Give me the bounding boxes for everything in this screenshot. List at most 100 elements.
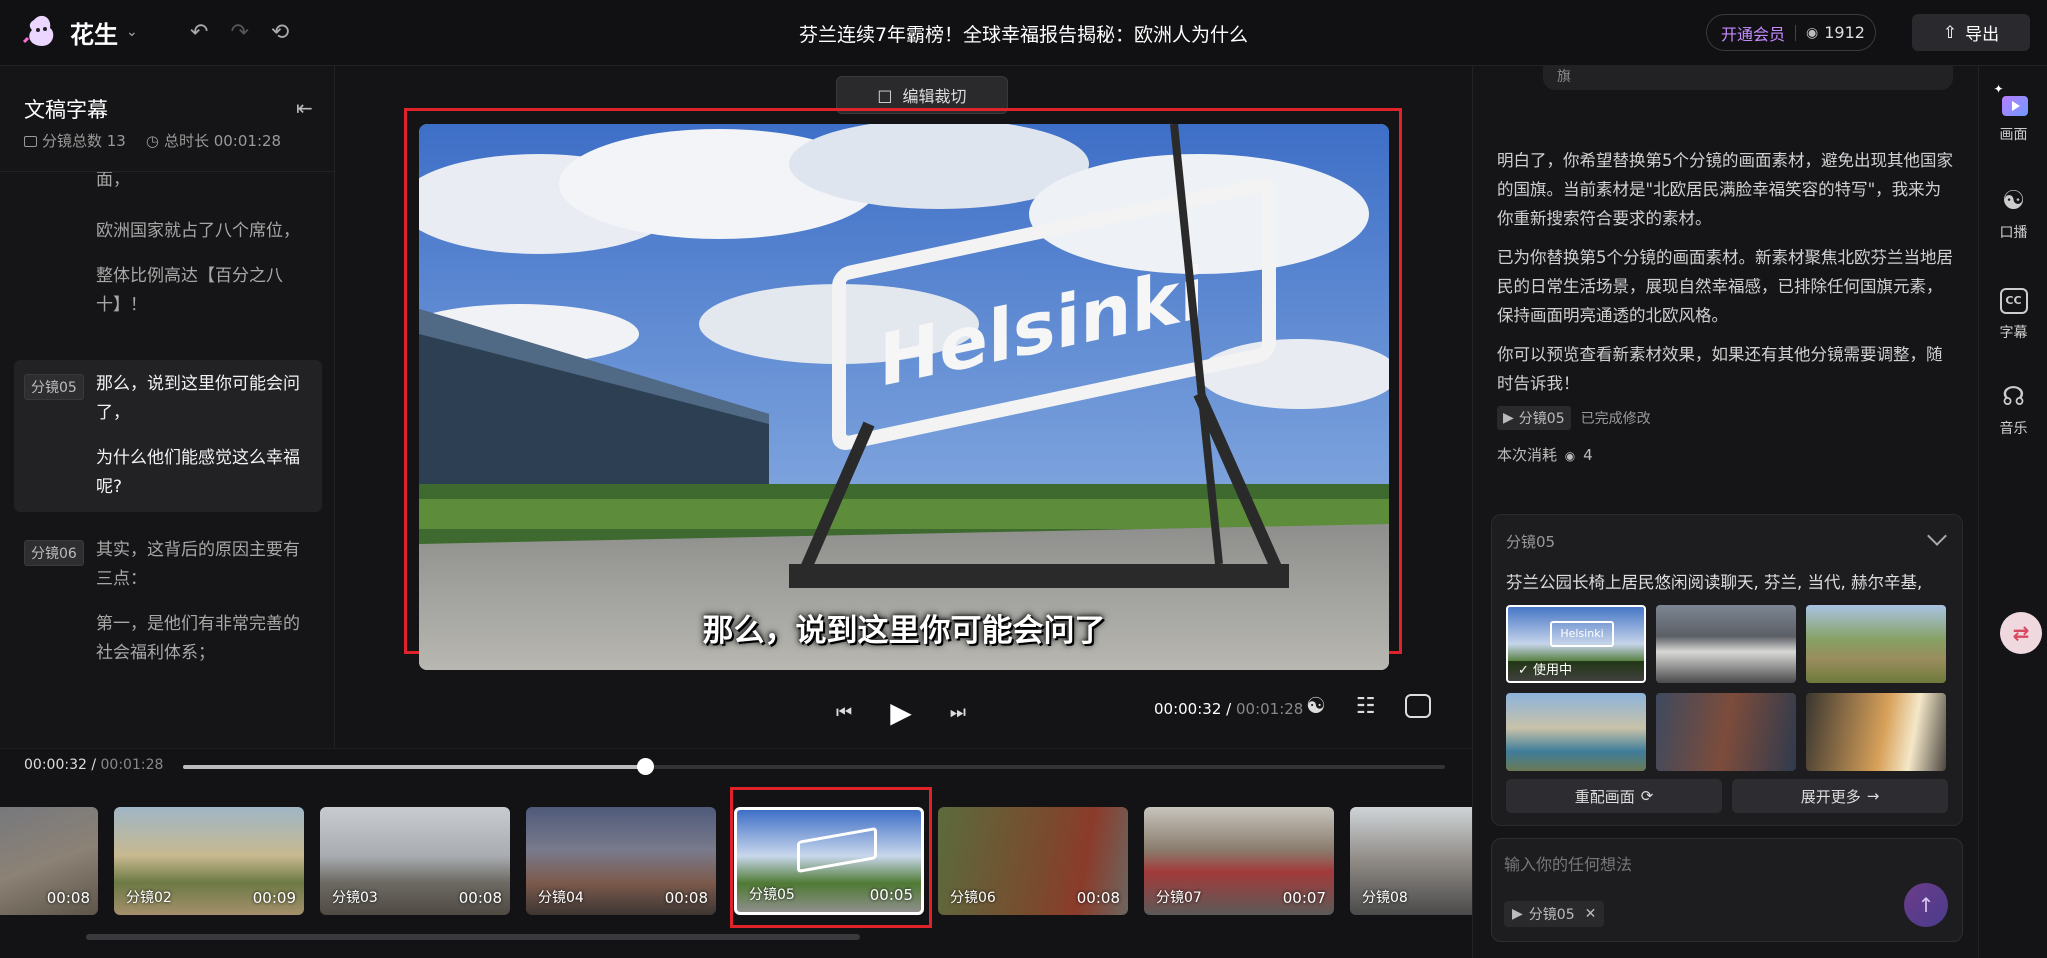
video-icon: ▶ (1512, 906, 1523, 922)
material-description: 芬兰公园长椅上居民悠闲阅读聊天, 芬兰, 当代, 赫尔辛基, (1506, 573, 1923, 592)
cost-label: 本次消耗 (1497, 446, 1558, 464)
script-line[interactable]: 为什么他们能感觉这么幸福呢? (96, 444, 310, 502)
cost-info: 本次消耗 ◉ 4 (1497, 444, 1957, 465)
shot-chip-label: 分镜05 (1518, 411, 1565, 427)
panel-title: 文稿字幕 (24, 98, 108, 122)
translate-icon: ⇄ (2012, 621, 2030, 645)
vip-label[interactable]: 开通会员 (1721, 21, 1785, 45)
clip-thumbnail[interactable]: 分镜08 (1350, 807, 1472, 915)
vip-badge[interactable]: 开通会员 ◉ 1912 (1706, 14, 1876, 51)
rematch-button[interactable]: 重配画面 ⟳ (1506, 779, 1722, 813)
progress-fill (183, 765, 645, 769)
next-icon[interactable]: ⏭ (950, 702, 966, 723)
prev-bubble-text: 旗 (1557, 69, 1571, 85)
script-line[interactable]: 其实，这背后的原因主要有三点： (96, 536, 310, 594)
voiceover-check-icon[interactable]: ☯ (1306, 694, 1326, 719)
selected-clip-frame (730, 787, 932, 928)
material-option[interactable] (1806, 605, 1946, 683)
script-segment[interactable]: 面， 欧洲国家就占了八个席位， 整体比例高达【百分之八十】！ (14, 156, 322, 346)
close-icon[interactable]: ✕ (1585, 906, 1597, 922)
previous-icon[interactable]: ⏮ (836, 702, 852, 723)
peanut-logo-icon (22, 14, 62, 50)
clip-label: 分镜06 (950, 890, 996, 906)
redo-icon[interactable]: ↷ (230, 20, 248, 45)
crop-label: 编辑裁切 (902, 87, 967, 106)
clip-thumbnail[interactable]: 分镜04 00:08 (526, 807, 716, 915)
send-button[interactable]: ↑ (1904, 883, 1948, 927)
clip-thumbnail[interactable]: 分镜06 00:08 (938, 807, 1128, 915)
rail-item-voiceover[interactable]: ☯ 口播 (1979, 186, 2047, 242)
context-chip[interactable]: ▶ 分镜05 ✕ (1504, 901, 1605, 927)
script-line[interactable]: 第一，是他们有非常完善的社会福利体系； (96, 610, 310, 668)
timeline-total-time: 00:01:28 (100, 757, 164, 773)
subtitle-check-icon[interactable]: ☷ (1356, 694, 1376, 719)
assistant-panel: 旗 明白了，你希望替换第5个分镜的画面素材，避免出现其他国家的国旗。当前素材是"… (1472, 66, 1978, 958)
rail-label: 音乐 (1999, 421, 2028, 437)
rail-item-subtitle[interactable]: CC 字幕 (1979, 286, 2047, 342)
status-text: 已完成修改 (1580, 411, 1651, 427)
export-button[interactable]: ⇧ 导出 (1912, 14, 2030, 51)
video-preview[interactable]: Helsinki 那么，说到这里你可能会问了 (419, 124, 1389, 670)
in-use-badge: ✓ 使用中 (1508, 661, 1644, 681)
card-title: 分镜05 (1506, 533, 1556, 551)
undo-icon[interactable]: ↶ (190, 20, 208, 45)
script-line[interactable]: 那么，说到这里你可能会问了， (96, 370, 310, 428)
expand-more-button[interactable]: 展开更多 → (1732, 779, 1948, 813)
refresh-icon: ⟳ (1640, 787, 1654, 805)
tool-rail: ✦ 画面 ☯ 口播 CC 字幕 ☊ 音乐 (1978, 66, 2047, 958)
export-label: 导出 (1965, 25, 2000, 45)
app-name: 花生 (70, 20, 118, 49)
visual-icon: ✦ (1994, 82, 2030, 118)
material-option[interactable] (1656, 693, 1796, 771)
rail-label: 口播 (1999, 225, 2028, 241)
clip-thumbnail[interactable]: 00:08 (0, 807, 98, 915)
progress-handle[interactable] (636, 758, 654, 775)
material-option[interactable] (1506, 693, 1646, 771)
context-chip-label: 分镜05 (1528, 907, 1575, 923)
play-icon[interactable]: ▶ (890, 696, 912, 729)
horizontal-scrollbar[interactable] (86, 934, 860, 940)
panel-meta: 分镜总数 13 ◷ 总时长 00:01:28 (24, 130, 281, 151)
clip-thumbnail[interactable]: 分镜03 00:08 (320, 807, 510, 915)
shot-chip[interactable]: ▶ 分镜05 (1497, 406, 1571, 430)
script-line[interactable]: 欧洲国家就占了八个席位， (96, 217, 310, 246)
script-segment-active[interactable]: 分镜05 那么，说到这里你可能会问了， 为什么他们能感觉这么幸福呢? (14, 360, 322, 512)
app-logo[interactable]: 花生 ⌄ (22, 14, 138, 50)
chevron-down-icon[interactable]: ⌄ (126, 24, 138, 40)
upload-icon: ⇧ (1942, 22, 1958, 43)
rail-item-music[interactable]: ☊ 音乐 (1979, 382, 2047, 438)
modification-status: ▶ 分镜05 已完成修改 (1497, 406, 1957, 430)
voiceover-icon: ☯ (2001, 186, 2026, 216)
clip-thumbnail[interactable]: 分镜07 00:07 (1144, 807, 1334, 915)
clip-label: 分镜02 (126, 890, 172, 906)
collapse-panel-icon[interactable]: ⇤ (296, 96, 313, 120)
clip-thumbnail[interactable]: 分镜02 00:09 (114, 807, 304, 915)
video-icon (24, 136, 37, 147)
shot-tag: 分镜06 (24, 540, 84, 566)
history-icon[interactable]: ⟲ (271, 20, 289, 45)
rematch-label: 重配画面 (1574, 787, 1635, 806)
material-option[interactable] (1806, 693, 1946, 771)
message-paragraph: 明白了，你希望替换第5个分镜的画面素材，避免出现其他国家的国旗。当前素材是"北欧… (1497, 151, 1953, 228)
material-option-selected[interactable]: Helsinki ✓ 使用中 (1506, 605, 1646, 683)
translate-float-button[interactable]: ⇄ (2000, 612, 2042, 654)
shot-count: 分镜总数 13 (42, 132, 126, 150)
clip-duration: 00:08 (1076, 889, 1120, 907)
cost-value: 4 (1583, 446, 1593, 464)
progress-bar[interactable] (183, 758, 1445, 775)
script-line[interactable]: 整体比例高达【百分之八十】！ (96, 262, 310, 320)
total-duration: 总时长 00:01:28 (163, 132, 282, 150)
previous-message-bubble: 旗 (1543, 66, 1953, 90)
assistant-message: 明白了，你希望替换第5个分镜的画面素材，避免出现其他国家的国旗。当前素材是"北欧… (1497, 146, 1957, 465)
script-segment[interactable]: 分镜06 其实，这背后的原因主要有三点： 第一，是他们有非常完善的社会福利体系； (14, 526, 322, 694)
chat-input[interactable] (1504, 851, 1944, 877)
material-card: 分镜05 芬兰公园长椅上居民悠闲阅读聊天, 芬兰, 当代, 赫尔辛基, Hels… (1491, 514, 1963, 826)
material-option[interactable] (1656, 605, 1796, 683)
video-subtitle: 那么，说到这里你可能会问了 (702, 613, 1106, 649)
coin-icon: ◉ (1806, 24, 1819, 41)
fullscreen-icon[interactable] (1405, 694, 1432, 718)
chevron-down-icon[interactable] (1927, 526, 1947, 546)
total-time: 00:01:28 (1235, 700, 1304, 718)
rail-item-visual[interactable]: ✦ 画面 (1979, 82, 2047, 144)
clip-label: 分镜07 (1156, 890, 1202, 906)
